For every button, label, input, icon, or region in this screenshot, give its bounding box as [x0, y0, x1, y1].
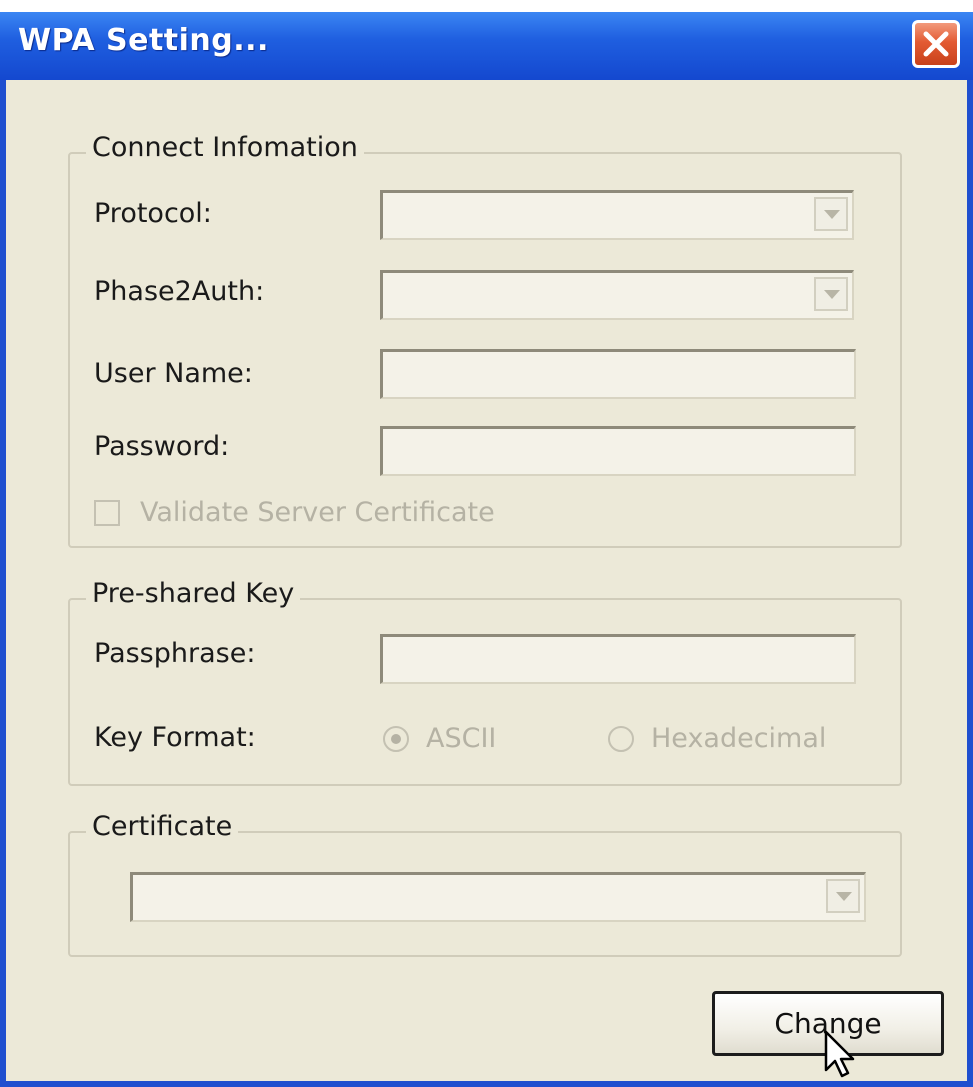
certificate-title: Certificate	[86, 811, 239, 842]
title-bar[interactable]: WPA Setting...	[0, 12, 973, 80]
phase2auth-select[interactable]	[380, 270, 854, 320]
mouse-pointer-icon	[824, 1030, 855, 1078]
validate-certificate-checkbox[interactable]	[94, 500, 120, 526]
username-label: User Name:	[94, 358, 253, 389]
username-input[interactable]	[380, 349, 856, 399]
passphrase-label: Passphrase:	[94, 638, 256, 669]
validate-certificate-label: Validate Server Certificate	[140, 497, 495, 528]
certificate-dropdown-button[interactable]	[826, 879, 860, 913]
protocol-label: Protocol:	[94, 198, 212, 229]
pre-shared-key-title: Pre-shared Key	[86, 578, 301, 609]
window-title: WPA Setting...	[18, 23, 269, 58]
passphrase-input[interactable]	[380, 634, 856, 684]
close-icon	[923, 31, 949, 57]
protocol-select[interactable]	[380, 190, 854, 240]
connect-information-title: Connect Infomation	[86, 132, 364, 163]
ascii-radio[interactable]	[383, 726, 409, 752]
hexadecimal-radio[interactable]	[608, 726, 634, 752]
radio-selected-dot	[391, 734, 401, 744]
pre-shared-key-group: Pre-shared Key	[68, 578, 902, 786]
chevron-down-icon	[824, 290, 840, 299]
close-button[interactable]	[912, 20, 960, 68]
protocol-dropdown-button[interactable]	[814, 197, 848, 231]
hexadecimal-label: Hexadecimal	[651, 723, 827, 754]
chevron-down-icon	[824, 210, 840, 219]
top-strip	[0, 0, 973, 12]
key-format-label: Key Format:	[94, 722, 256, 753]
phase2auth-dropdown-button[interactable]	[814, 277, 848, 311]
certificate-select[interactable]	[130, 872, 866, 922]
ascii-label: ASCII	[426, 723, 497, 754]
password-label: Password:	[94, 431, 230, 462]
chevron-down-icon	[836, 892, 852, 901]
phase2auth-label: Phase2Auth:	[94, 276, 265, 307]
password-input[interactable]	[380, 426, 856, 476]
